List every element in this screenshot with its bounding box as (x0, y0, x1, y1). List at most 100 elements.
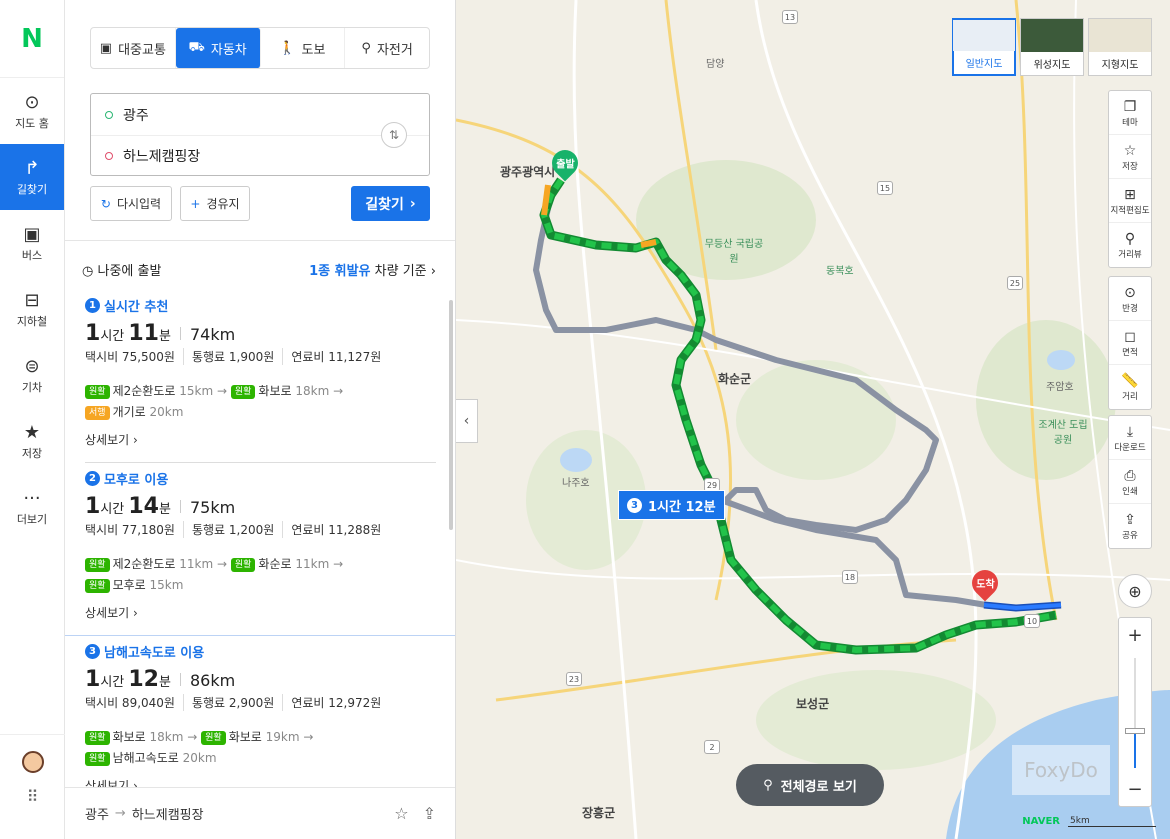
route-costs: 택시비 77,180원 통행료 1,200원 연료비 11,288원 (85, 521, 382, 538)
swap-icon[interactable]: ⇅ (381, 122, 407, 148)
route-detail-link[interactable]: 상세보기 › (85, 431, 436, 462)
destination-field[interactable]: 하느제캠핑장 (91, 135, 429, 176)
zoom-knob[interactable] (1125, 728, 1145, 734)
rail-item[interactable]: ⊟ 지하철 (0, 276, 64, 342)
route-duration: 1 시간 12 분 86km (85, 667, 236, 692)
zoom-out-button[interactable]: − (1119, 772, 1151, 806)
route-input-box: 광주 하느제캠핑장 ⇅ (90, 93, 430, 176)
place-label: 동복호 (826, 266, 854, 277)
mode-tab[interactable]: 🚶 도보 (261, 28, 346, 68)
place-label: 조계산 도립공원 (1038, 420, 1088, 446)
map-scale: 5km (1068, 816, 1156, 827)
map-tool-button[interactable]: ⊞ 지적편집도 (1109, 179, 1151, 223)
rail-item[interactable]: ↱ 길찾기 (0, 144, 64, 210)
rail-item[interactable]: ⊙ 지도 홈 (0, 78, 64, 144)
origin-field[interactable]: 광주 (91, 94, 429, 135)
road-name: 제2순환도로 (112, 384, 176, 398)
map-tool-button[interactable]: ◻ 면적 (1109, 321, 1151, 365)
map-tool-button[interactable]: ⚲ 거리뷰 (1109, 223, 1151, 267)
avatar[interactable] (21, 751, 44, 773)
map-home-icon: ⊙ (24, 92, 40, 113)
place-label: 나주호 (562, 478, 590, 489)
rail-item-label: 더보기 (16, 513, 48, 526)
map-type-switcher: 일반지도 위성지도 지형지도 (952, 18, 1152, 76)
zoom-in-button[interactable]: + (1119, 618, 1151, 652)
map-tool-button[interactable]: 📏 거리 (1109, 365, 1151, 409)
traffic-tag: 서행 (85, 406, 110, 420)
road-name: 화순로 (258, 557, 292, 571)
route-option[interactable]: 1 실시간 추천 1 시간 11 분 74km 택시비 75,500원 통행료 1,900원 연… (65, 290, 455, 462)
summary-origin: 광주 (85, 808, 109, 823)
mode-tab-label: 자동차 (210, 42, 247, 58)
map-tool-button[interactable]: ⊙ 반경 (1109, 277, 1151, 321)
street-view-icon: ⚲ (1124, 231, 1136, 247)
map-tool-button[interactable]: ☆ 저장 (1109, 135, 1151, 179)
road-shield: 15 (877, 181, 893, 195)
mode-tab-label: 자전거 (376, 42, 413, 58)
arrow-right-icon: → (213, 384, 231, 398)
full-route-button[interactable]: ⚲ 전체경로 보기 (736, 764, 884, 806)
rail-item[interactable]: ⊜ 기차 (0, 342, 64, 408)
reset-button[interactable]: ↻ 다시입력 (90, 186, 172, 221)
route-option[interactable]: 3 남해고속도로 이용 1 시간 12 분 86km 택시비 89,040원 통행료 2,90… (65, 636, 455, 808)
map-type-option[interactable]: 위성지도 (1020, 18, 1084, 76)
map-tool-button[interactable]: ⤓ 다운로드 (1109, 416, 1151, 460)
road-distance: 11km (179, 557, 214, 571)
theme-icon: ❐ (1123, 98, 1137, 115)
map-tool-button[interactable]: ⎙ 인쇄 (1109, 460, 1151, 504)
transport-mode-tabs: ▣ 대중교통 ⛟ 자동차 🚶 도보 ⚲ 자전거 (90, 27, 430, 69)
rail-item[interactable]: ★ 저장 (0, 408, 64, 474)
route-title: 1 실시간 추천 (85, 296, 436, 315)
mode-tab[interactable]: ▣ 대중교통 (91, 28, 176, 68)
share-icon[interactable]: ⇪ (423, 804, 436, 823)
collapse-panel-button[interactable]: ‹ (456, 399, 478, 443)
rail-item-label: 지도 홈 (15, 117, 49, 130)
mode-tab[interactable]: ⛟ 자동차 (175, 28, 261, 68)
route-time-badge[interactable]: 3 1시간 12분 (618, 490, 725, 520)
add-waypoint-button[interactable]: + 경유지 (180, 186, 250, 221)
route-option[interactable]: 2 모후로 이용 1 시간 14 분 75km 택시비 77,180원 통행료 1,200원 연… (65, 463, 455, 635)
map-type-label: 위성지도 (1033, 60, 1071, 71)
map-tool-label: 저장 (1122, 161, 1138, 172)
map-type-option[interactable]: 지형지도 (1088, 18, 1152, 76)
divider (65, 240, 455, 241)
map-tools-top: ❐ 테마 ☆ 저장 ⊞ 지적편집도 ⚲ 거리뷰 (1108, 90, 1152, 268)
road-distance: 18km (295, 384, 330, 398)
road-name: 개기로 (112, 405, 146, 419)
rail-item-label: 저장 (21, 447, 43, 460)
locate-icon[interactable]: ⊕ (1118, 574, 1152, 608)
road-shield: 18 (842, 570, 858, 584)
start-marker[interactable]: 출발 (546, 144, 584, 182)
map-tool-button[interactable]: ❐ 테마 (1109, 91, 1151, 135)
apps-grid-icon[interactable]: ⠿ (27, 787, 39, 806)
map-tool-button[interactable]: ⇪ 공유 (1109, 504, 1151, 548)
search-route-button[interactable]: 길찾기 › (351, 186, 430, 221)
car-icon: ⛟ (188, 39, 205, 55)
map-tool-label: 면적 (1122, 347, 1138, 358)
map-tool-label: 다운로드 (1114, 442, 1146, 453)
map-canvas[interactable]: 광주광역시 화순군 보성군 장흥군 담양 무등산 국립공원 동복호 조계산 도립… (456, 0, 1170, 839)
scrollbar[interactable] (449, 300, 453, 530)
bus-icon: ▣ (99, 40, 113, 56)
rail-item[interactable]: ▣ 버스 (0, 210, 64, 276)
depart-later-button[interactable]: ◷ 나중에 출발 (82, 260, 161, 279)
traffic-tag: 원활 (230, 385, 256, 399)
route-roads: 원활 제2순환도로 15km → 원활 화보로 18km → 서행 개기로 20km (85, 381, 436, 423)
map-tool-label: 테마 (1122, 117, 1138, 128)
rail-item[interactable]: ··· 더보기 (0, 474, 64, 540)
map-tool-label: 거리 (1122, 392, 1138, 402)
subway-icon: ⊟ (24, 290, 40, 311)
map-type-option[interactable]: 일반지도 (952, 18, 1016, 76)
reset-label: 다시입력 (116, 197, 162, 211)
route-list: 1 실시간 추천 1 시간 11 분 74km 택시비 75,500원 통행료 1,900원 연… (65, 290, 455, 808)
route-roads: 원활 제2순환도로 11km → 원활 화순로 11km → 원활 모후로 15km (85, 554, 436, 596)
mode-tab[interactable]: ⚲ 자전거 (345, 28, 429, 68)
map-tool-label: 지적편집도 (1110, 205, 1150, 216)
star-outline-icon[interactable]: ☆ (394, 804, 408, 823)
map-tools-bot: ⤓ 다운로드 ⎙ 인쇄 ⇪ 공유 (1108, 415, 1152, 549)
route-detail-link[interactable]: 상세보기 › (85, 604, 436, 635)
naver-logo[interactable]: N (0, 0, 64, 78)
end-marker[interactable]: 도착 (966, 564, 1004, 602)
vehicle-setting[interactable]: 1종 휘발유 차량 기준 › (309, 260, 436, 279)
arrow-right-icon: → (213, 557, 231, 571)
